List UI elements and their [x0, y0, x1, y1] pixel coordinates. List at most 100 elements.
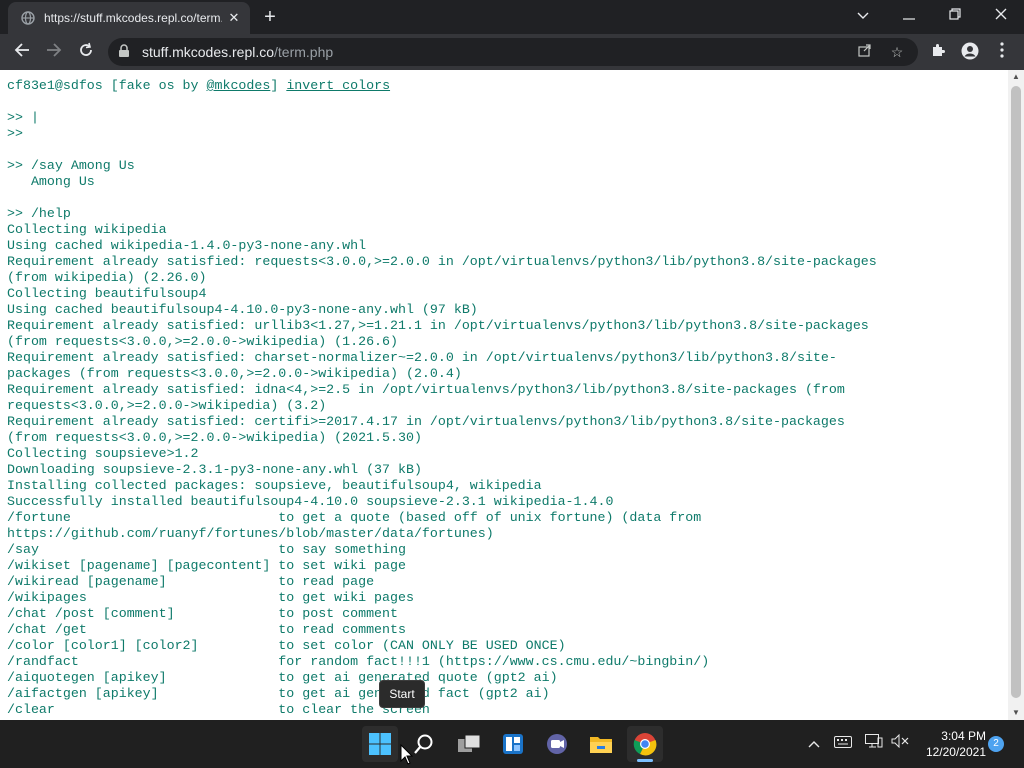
web-page: cf83e1@sdfos [fake os by @mkcodes] inver… — [0, 70, 1024, 720]
terminal-line: requests<3.0.0,>=2.0.0->wikipedia) (3.2) — [7, 398, 327, 413]
terminal-line: Requirement already satisfied: requests<… — [7, 254, 877, 269]
terminal-line: Successfully installed beautifulsoup4-4.… — [7, 494, 614, 509]
terminal-line: Using cached beautifulsoup4-4.10.0-py3-n… — [7, 302, 478, 317]
terminal-line: Installing collected packages: soupsieve… — [7, 478, 542, 493]
url-path: /term.php — [274, 44, 334, 60]
tab-search-icon[interactable] — [840, 0, 886, 30]
url-text: stuff.mkcodes.repl.co/term.php — [142, 44, 333, 60]
keyboard-icon[interactable] — [833, 733, 853, 753]
terminal-line: >> | — [7, 110, 39, 125]
mkcodes-link[interactable]: @mkcodes — [207, 78, 271, 93]
forward-button[interactable] — [40, 38, 68, 66]
terminal-line: Collecting beautifulsoup4 — [7, 286, 207, 301]
terminal-line: /clear to clear the screen — [7, 702, 430, 717]
task-view-button[interactable] — [451, 726, 487, 762]
widgets-icon — [503, 734, 523, 754]
reload-button[interactable] — [72, 38, 100, 66]
header-mid: ] — [270, 78, 287, 93]
start-tooltip: Start — [379, 680, 425, 708]
minimize-button[interactable] — [886, 0, 932, 30]
terminal-line: >> /help — [7, 206, 71, 221]
menu-kebab-icon[interactable] — [992, 42, 1012, 62]
browser-tab[interactable]: https://stuff.mkcodes.repl.co/term.php ✕ — [8, 2, 250, 34]
terminal-output: cf83e1@sdfos [fake os by @mkcodes] inver… — [7, 78, 1007, 718]
terminal-line: /chat /post [comment] to post comment — [7, 606, 398, 621]
profile-avatar-icon[interactable] — [960, 42, 980, 62]
teams-chat-icon — [547, 734, 567, 754]
volume-muted-icon[interactable] — [890, 733, 910, 753]
terminal-header: cf83e1@sdfos [fake os by @mkcodes] inver… — [7, 78, 390, 93]
terminal-line: https://github.com/ruanyf/fortunes/blob/… — [7, 526, 494, 541]
terminal-line: packages (from requests<3.0.0,>=2.0.0->w… — [7, 366, 462, 381]
chrome-icon — [633, 733, 657, 756]
windows-logo-icon — [369, 733, 391, 755]
chrome-taskbar-button[interactable] — [627, 726, 663, 762]
terminal-line: Requirement already satisfied: idna<4,>=… — [7, 382, 845, 397]
url-host: stuff.mkcodes.repl.co — [142, 44, 275, 60]
network-icon[interactable] — [864, 733, 884, 753]
widgets-button[interactable] — [495, 726, 531, 762]
invert-colors-link[interactable]: invert colors — [286, 78, 390, 93]
page-scrollbar[interactable]: ▲ ▼ — [1008, 70, 1024, 720]
terminal-line: Among Us — [7, 174, 95, 189]
taskbar: 3:04 PM 12/20/2021 2 — [0, 720, 1024, 768]
bookmark-star-icon[interactable]: ☆ — [888, 43, 906, 61]
terminal-line: /wikiread [pagename] to read page — [7, 574, 375, 589]
terminal-line: /color [color1] [color2] to set color (C… — [7, 638, 566, 653]
chevron-up-icon[interactable] — [804, 733, 824, 753]
clock-time: 3:04 PM — [941, 729, 986, 743]
chat-button[interactable] — [539, 726, 575, 762]
mouse-cursor-icon — [400, 744, 414, 765]
notification-badge[interactable]: 2 — [988, 736, 1004, 752]
share-icon[interactable] — [856, 43, 874, 61]
new-tab-button[interactable]: + — [258, 6, 282, 28]
system-clock[interactable]: 3:04 PM 12/20/2021 — [916, 728, 986, 760]
terminal-line: >> — [7, 126, 23, 141]
terminal-line: Downloading soupsieve-2.3.1-py3-none-any… — [7, 462, 422, 477]
lock-icon[interactable] — [118, 44, 134, 60]
terminal-line: Requirement already satisfied: certifi>=… — [7, 414, 845, 429]
restore-button[interactable] — [932, 0, 978, 30]
tab-strip: https://stuff.mkcodes.repl.co/term.php ✕… — [0, 0, 1024, 34]
terminal-line: (from wikipedia) (2.26.0) — [7, 270, 207, 285]
scroll-up-arrow-icon[interactable]: ▲ — [1008, 70, 1024, 84]
folder-icon — [590, 737, 612, 753]
browser-toolbar: stuff.mkcodes.repl.co/term.php ☆ — [0, 34, 1024, 70]
close-tab-icon[interactable]: ✕ — [226, 10, 242, 26]
terminal-line: (from requests<3.0.0,>=2.0.0->wikipedia)… — [7, 334, 398, 349]
tab-title: https://stuff.mkcodes.repl.co/term.php — [44, 11, 222, 25]
terminal-line: /wikiset [pagename] [pagecontent] to set… — [7, 558, 406, 573]
globe-icon — [20, 10, 36, 26]
terminal-line: /wikipages to get wiki pages — [7, 590, 414, 605]
terminal-line: Collecting soupsieve>1.2 — [7, 446, 199, 461]
scrollbar-thumb[interactable] — [1011, 86, 1021, 698]
terminal-line: Requirement already satisfied: urllib3<1… — [7, 318, 869, 333]
terminal-line: /chat /get to read comments — [7, 622, 406, 637]
terminal-lines: >> | >> >> /say Among Us Among Us >> /help C… — [7, 94, 1007, 718]
terminal-line: Collecting wikipedia — [7, 222, 167, 237]
header-prefix: cf83e1@sdfos [fake os by — [7, 78, 207, 93]
search-icon — [414, 734, 433, 754]
terminal-line: Requirement already satisfied: charset-n… — [7, 350, 837, 365]
terminal-line: >> /say Among Us — [7, 158, 135, 173]
file-explorer-button[interactable] — [583, 726, 619, 762]
terminal-line: (from requests<3.0.0,>=2.0.0->wikipedia)… — [7, 430, 422, 445]
address-bar[interactable]: stuff.mkcodes.repl.co/term.php ☆ — [108, 38, 918, 66]
terminal-line: /say to say something — [7, 542, 406, 557]
start-button[interactable] — [362, 726, 398, 762]
back-button[interactable] — [8, 38, 36, 66]
terminal-line: Using cached wikipedia-1.4.0-py3-none-an… — [7, 238, 367, 253]
clock-date: 12/20/2021 — [925, 745, 986, 759]
terminal-line: /aifactgen [apikey] to get ai generated … — [7, 686, 550, 701]
terminal-line: /aiquotegen [apikey] to get ai generated… — [7, 670, 558, 685]
terminal-line: /randfact for random fact!!!1 (https://w… — [7, 654, 710, 669]
scroll-down-arrow-icon[interactable]: ▼ — [1008, 706, 1024, 720]
extensions-puzzle-icon[interactable] — [928, 42, 948, 62]
task-view-icon — [458, 734, 481, 752]
active-indicator — [637, 759, 653, 762]
close-window-button[interactable] — [978, 0, 1024, 30]
terminal-line: /fortune to get a quote (based off of un… — [7, 510, 702, 525]
